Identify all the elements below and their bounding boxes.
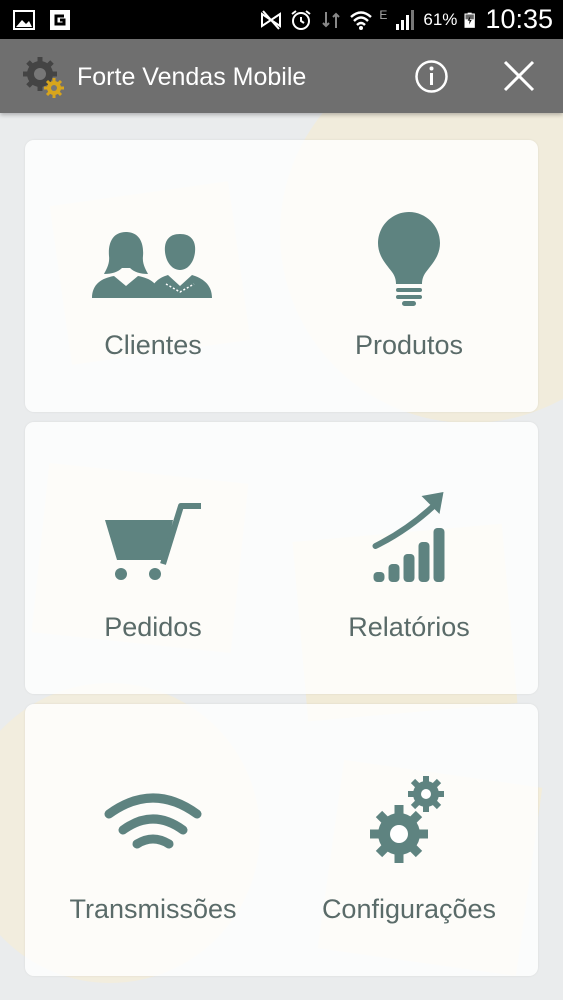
menu-card-1: Clientes Produtos bbox=[25, 140, 538, 412]
app-logo-gears-icon bbox=[23, 57, 64, 98]
gallery-notification-icon bbox=[13, 10, 35, 30]
app-bar: Forte Vendas Mobile bbox=[0, 39, 563, 113]
lightbulb-icon bbox=[378, 212, 440, 306]
menu-card-3: Transmissões Configurações bbox=[25, 704, 538, 976]
relatorios-label: Relatórios bbox=[348, 612, 470, 642]
alarm-icon bbox=[291, 9, 311, 30]
clientes-label: Clientes bbox=[104, 330, 202, 360]
menu-tile-transmissoes[interactable]: Transmissões bbox=[25, 704, 281, 976]
battery-percent: 61% bbox=[423, 9, 458, 29]
menu-tile-relatorios[interactable]: Relatórios bbox=[281, 422, 537, 694]
menu-tile-pedidos[interactable]: Pedidos bbox=[25, 422, 281, 694]
app-title: Forte Vendas Mobile bbox=[77, 63, 307, 91]
menu-tile-produtos[interactable]: Produtos bbox=[281, 140, 537, 412]
status-bar: E 61% 10:35 bbox=[0, 0, 563, 39]
pedidos-label: Pedidos bbox=[104, 612, 202, 642]
status-time: 10:35 bbox=[485, 4, 553, 34]
transmissoes-label: Transmissões bbox=[69, 894, 237, 924]
menu-card-2: Pedidos Relatórios bbox=[25, 422, 538, 694]
growth-chart-icon bbox=[372, 492, 445, 582]
wifi-status-icon bbox=[350, 10, 373, 30]
main-menu-area: Clientes Produtos Pedidos Relatórios Tra… bbox=[0, 113, 563, 1000]
nfc-muted-icon bbox=[261, 9, 282, 30]
clients-icon bbox=[92, 232, 212, 298]
network-type-label: E bbox=[379, 7, 388, 22]
close-icon[interactable] bbox=[502, 59, 536, 93]
shopping-cart-icon bbox=[105, 503, 201, 580]
settings-gears-icon bbox=[370, 776, 444, 863]
data-transfer-icon bbox=[322, 11, 341, 28]
transmission-signal-icon bbox=[104, 793, 202, 849]
produtos-label: Produtos bbox=[354, 330, 464, 360]
g-notification-icon bbox=[50, 10, 70, 30]
menu-tile-configuracoes[interactable]: Configurações bbox=[281, 704, 537, 976]
menu-tile-clientes[interactable]: Clientes bbox=[25, 140, 281, 412]
battery-charging-icon bbox=[464, 12, 476, 28]
signal-strength-icon bbox=[396, 9, 415, 30]
configuracoes-label: Configurações bbox=[321, 894, 497, 924]
info-icon[interactable] bbox=[414, 59, 449, 94]
